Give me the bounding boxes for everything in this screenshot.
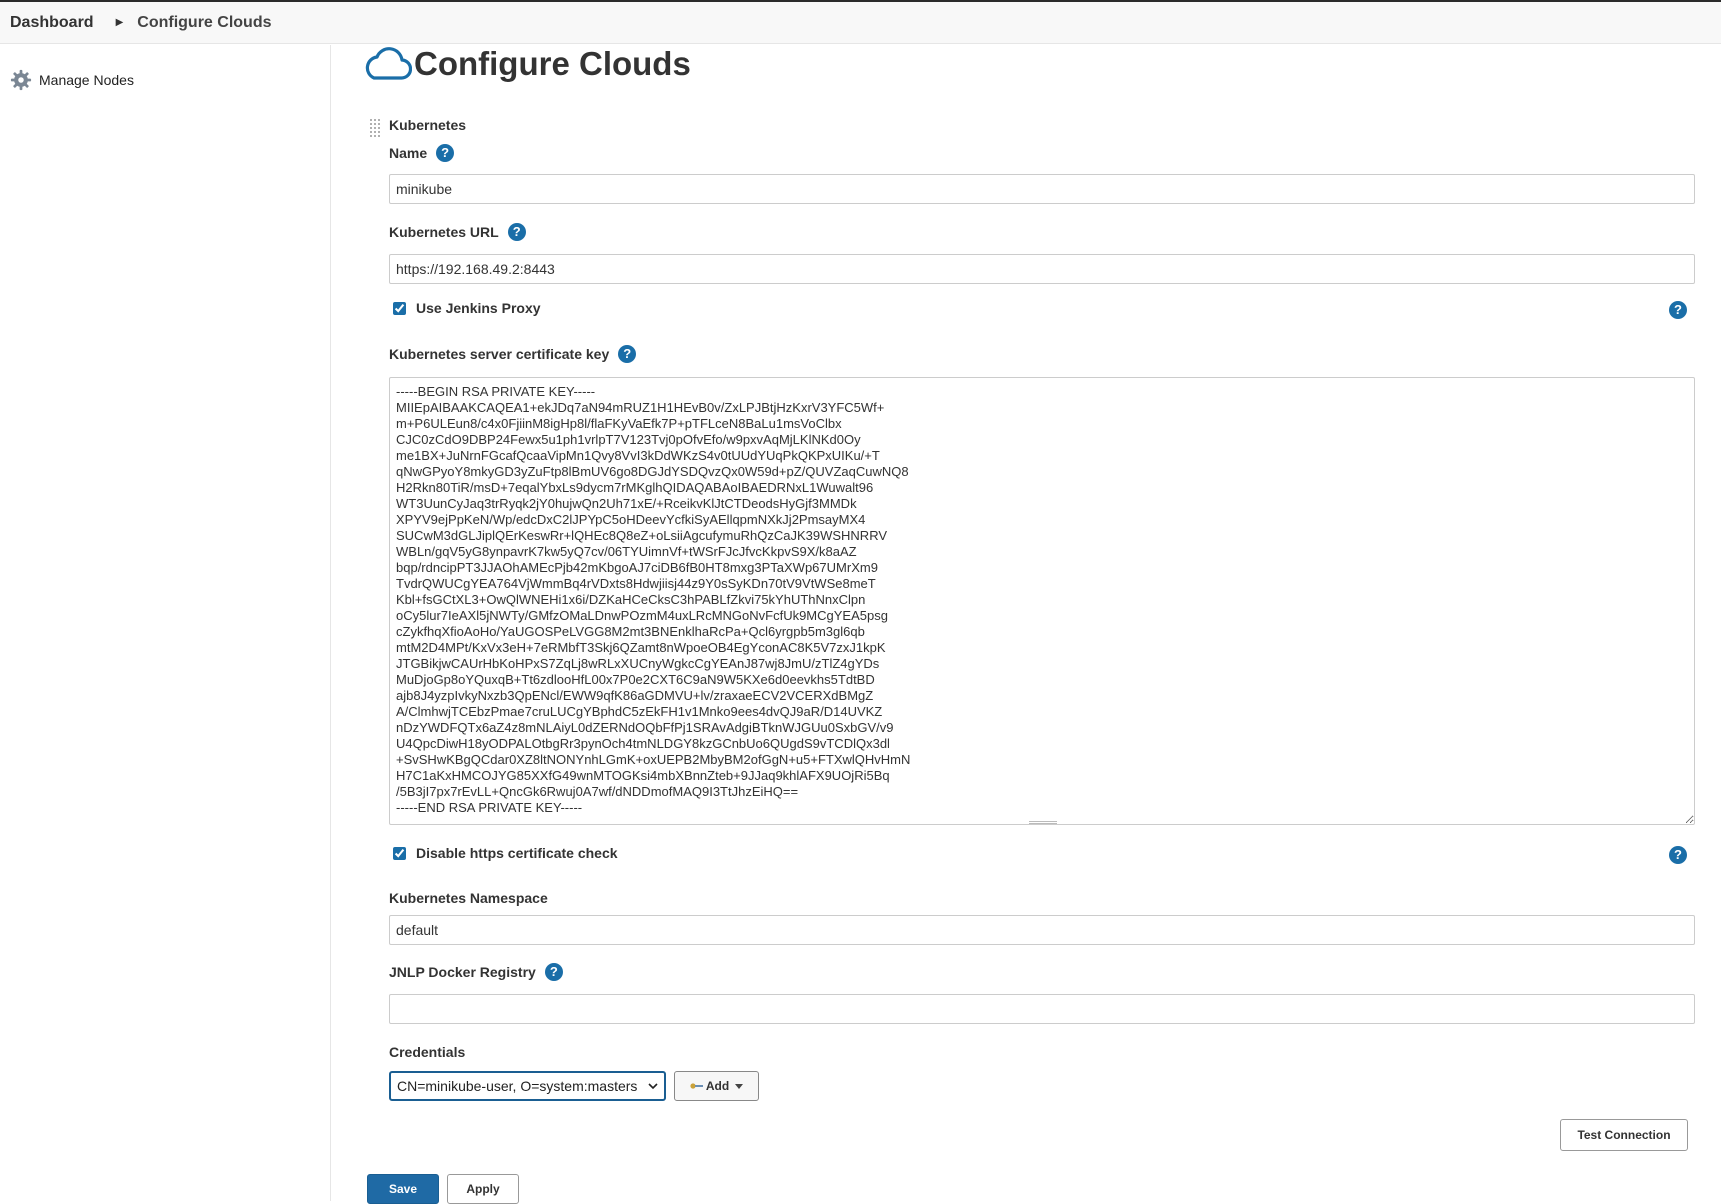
save-label: Save xyxy=(388,1182,418,1196)
name-help-icon[interactable]: ? xyxy=(436,144,455,162)
gear-icon xyxy=(10,69,32,91)
credentials-add-button[interactable]: Add xyxy=(674,1071,759,1101)
breadcrumb-dashboard[interactable]: Dashboard xyxy=(10,14,94,32)
cert-key-help-icon[interactable]: ? xyxy=(618,345,637,363)
cert-key-textarea[interactable]: -----BEGIN RSA PRIVATE KEY----- MIIEpAIB… xyxy=(389,377,1695,825)
chevron-down-icon xyxy=(648,1082,658,1089)
sidebar-item-label: Manage Nodes xyxy=(39,72,134,88)
credentials-add-label: Add xyxy=(705,1079,730,1093)
save-button[interactable]: Save xyxy=(367,1174,439,1204)
credentials-label-text: Credentials xyxy=(389,1044,466,1060)
credentials-selected-value: CN=minikube-user, O=system:masters xyxy=(397,1078,638,1094)
disable-https-check-help-icon[interactable]: ? xyxy=(1669,846,1687,864)
apply-button[interactable]: Apply xyxy=(447,1174,519,1204)
cloud-section-title: Kubernetes xyxy=(389,117,467,133)
cert-key-label: Kubernetes server certificate key ? xyxy=(389,345,637,363)
jnlp-registry-label-text: JNLP Docker Registry xyxy=(389,964,536,980)
page-title: Configure Clouds xyxy=(362,45,691,83)
credentials-label: Credentials xyxy=(389,1044,465,1060)
use-jenkins-proxy-label: Use Jenkins Proxy xyxy=(416,300,541,316)
cert-key-label-text: Kubernetes server certificate key xyxy=(389,346,610,362)
disable-https-check-label: Disable https certificate check xyxy=(416,845,618,861)
namespace-input[interactable] xyxy=(389,915,1695,945)
sidebar-item-manage-nodes[interactable]: Manage Nodes xyxy=(10,69,134,91)
name-label-text: Name xyxy=(389,145,428,161)
credentials-select[interactable]: CN=minikube-user, O=system:masters xyxy=(389,1071,666,1101)
cloud-icon xyxy=(365,47,412,80)
kubernetes-url-help-icon[interactable]: ? xyxy=(507,223,526,241)
use-jenkins-proxy-checkbox[interactable] xyxy=(393,301,406,315)
drag-handle-icon[interactable] xyxy=(369,118,380,139)
breadcrumb-separator-icon[interactable]: ▶ xyxy=(116,17,124,28)
kubernetes-url-input[interactable] xyxy=(389,254,1695,284)
namespace-label: Kubernetes Namespace xyxy=(389,890,548,906)
name-input[interactable] xyxy=(389,174,1695,204)
use-jenkins-proxy-row[interactable]: Use Jenkins Proxy xyxy=(393,300,541,316)
jnlp-registry-help-icon[interactable]: ? xyxy=(544,963,563,981)
kubernetes-url-label-text: Kubernetes URL xyxy=(389,224,499,240)
jnlp-registry-label: JNLP Docker Registry ? xyxy=(389,963,563,981)
key-icon xyxy=(690,1083,703,1089)
disable-https-check-checkbox[interactable] xyxy=(393,846,406,860)
jnlp-registry-input[interactable] xyxy=(389,994,1695,1024)
apply-label: Apply xyxy=(466,1182,500,1196)
disable-https-check-row[interactable]: Disable https certificate check xyxy=(393,845,618,861)
test-connection-button[interactable]: Test Connection xyxy=(1560,1119,1688,1151)
test-connection-label: Test Connection xyxy=(1577,1128,1671,1142)
kubernetes-url-label: Kubernetes URL ? xyxy=(389,223,526,241)
breadcrumb-configure-clouds[interactable]: Configure Clouds xyxy=(137,14,271,32)
page-title-text: Configure Clouds xyxy=(414,45,691,82)
breadcrumb-bar: Dashboard ▶ Configure Clouds xyxy=(0,0,1721,44)
sidebar: Manage Nodes xyxy=(0,45,331,1201)
name-label: Name ? xyxy=(389,144,455,162)
use-jenkins-proxy-help-icon[interactable]: ? xyxy=(1669,301,1687,319)
textarea-resize-grip-icon[interactable] xyxy=(1029,821,1057,824)
caret-down-icon xyxy=(735,1083,744,1089)
namespace-label-text: Kubernetes Namespace xyxy=(389,890,548,906)
